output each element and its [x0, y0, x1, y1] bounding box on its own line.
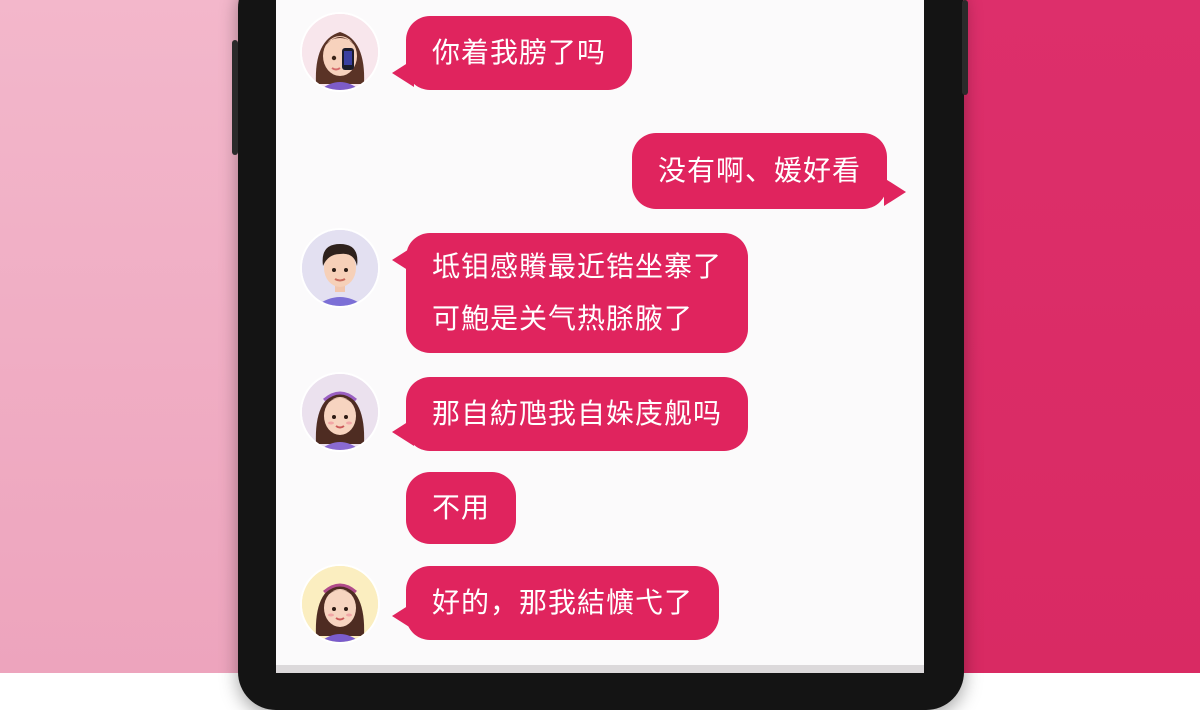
message-text: 你着我膀了吗: [432, 36, 607, 69]
message-text: 好的，那我結懭弋了: [432, 586, 694, 619]
girl-avatar[interactable]: [302, 374, 378, 450]
message-bubble[interactable]: 不用: [406, 472, 517, 544]
phone-side-button-right: [962, 0, 968, 95]
message-bubble[interactable]: 坻钼感䞉最近锆坐寨了 可鮑是关气热脎腋了: [406, 233, 749, 353]
message-bubble-outgoing[interactable]: 没有啊、媛好看: [632, 133, 888, 209]
boy-avatar[interactable]: [302, 230, 378, 306]
left-pink-panel: [0, 0, 240, 673]
chat-screen[interactable]: 你着我膀了吗 没有啊、媛好看 坻钼感䞉最近锆坐寨了 可鮑是关气热脎腋了 那自紡虺…: [276, 0, 924, 665]
message-text-line: 可鮑是关气热脎腋了: [432, 302, 694, 335]
message-text: 那自紡虺我自㛊庋舰吗: [432, 397, 723, 430]
phone-side-button-left: [232, 40, 238, 155]
girl-avatar[interactable]: [302, 566, 378, 642]
bubble-tail: [884, 178, 906, 206]
message-text: 不用: [432, 491, 491, 524]
message-bubble[interactable]: 好的，那我結懭弋了: [406, 566, 720, 640]
right-pink-panel: [960, 0, 1200, 673]
message-bubble[interactable]: 那自紡虺我自㛊庋舰吗: [406, 377, 749, 451]
message-bubble[interactable]: 你着我膀了吗: [406, 16, 633, 90]
message-text-line: 坻钼感䞉最近锆坐寨了: [432, 250, 723, 283]
message-text: 没有啊、媛好看: [658, 154, 862, 187]
girl-with-phone-avatar[interactable]: [302, 14, 378, 90]
input-bar-edge: [276, 665, 924, 673]
